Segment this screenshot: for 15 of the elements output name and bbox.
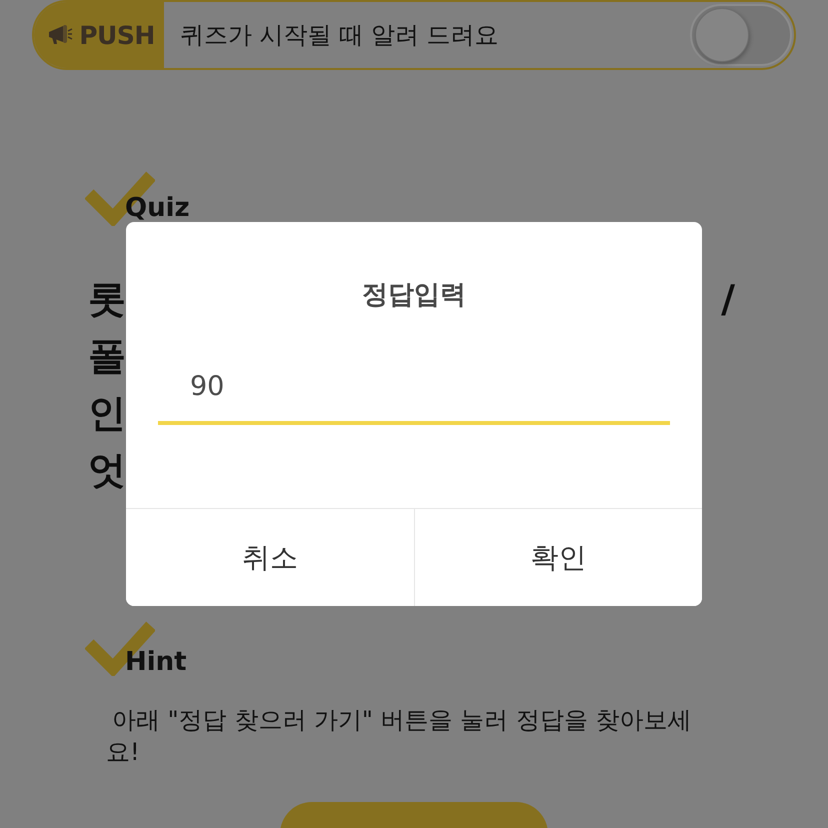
question-text: 엇: [88, 448, 126, 492]
megaphone-icon: [47, 24, 74, 46]
question-text: 인: [88, 390, 126, 434]
question-text: 폴: [88, 334, 126, 378]
question-text: 롯: [88, 276, 126, 320]
push-label: 퀴즈가 시작될 때 알려 드려요: [180, 20, 500, 51]
push-badge-text: PUSH: [79, 20, 155, 50]
answer-input[interactable]: 90: [158, 363, 670, 425]
toggle-switch[interactable]: [690, 4, 792, 66]
question-text: /: [721, 276, 735, 320]
dialog-title: 정답입력: [362, 279, 466, 312]
section-heading: Hint: [125, 648, 187, 676]
dialog-button[interactable]: 확인: [414, 509, 702, 606]
hint-text: 아래 "정답 찾으러 가기" 버튼을 눌러 정답을 찾아보세요!: [106, 705, 692, 768]
section-heading: Quiz: [125, 194, 190, 222]
